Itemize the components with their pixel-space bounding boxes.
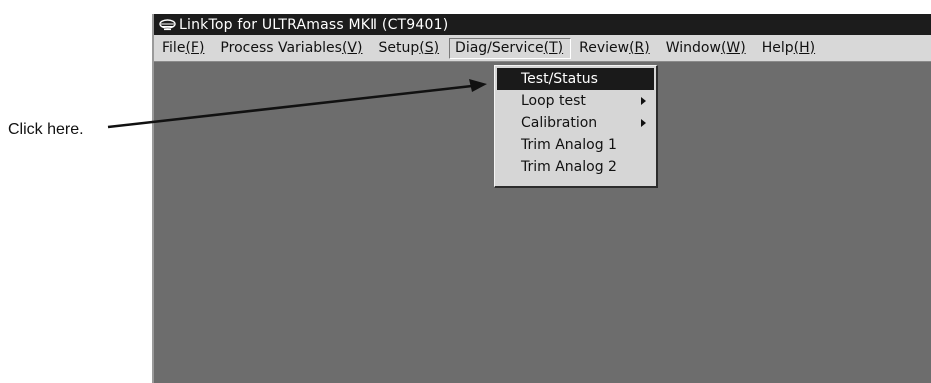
- screenshot-stage: LinkTop for ULTRAmass MKⅡ (CT9401) File(…: [0, 0, 931, 383]
- linktop-app-icon: [159, 18, 176, 30]
- menu-help-mnemonic: (H): [793, 39, 816, 56]
- menu-setup-mnemonic: (S): [419, 39, 440, 56]
- menu-diag-service-label: Diag/Service: [455, 39, 544, 56]
- menu-review[interactable]: Review(R): [573, 38, 658, 59]
- menu-review-mnemonic: (R): [629, 39, 650, 56]
- menu-process-variables[interactable]: Process Variables(V): [214, 38, 370, 59]
- menu-file-mnemonic: (F): [185, 39, 205, 56]
- menu-setup-label: Setup: [378, 39, 420, 56]
- submenu-arrow-icon: [641, 97, 646, 105]
- callout-label: Click here.: [8, 121, 84, 138]
- menu-bar: File(F) Process Variables(V) Setup(S) Di…: [154, 35, 931, 62]
- menu-item-trim-analog-1[interactable]: Trim Analog 1: [497, 134, 654, 156]
- menu-process-variables-mnemonic: (V): [341, 39, 363, 56]
- menu-window-mnemonic: (W): [720, 39, 746, 56]
- menu-help-label: Help: [761, 39, 794, 56]
- menu-diag-service[interactable]: Diag/Service(T): [449, 37, 572, 59]
- menu-file-label: File: [162, 39, 186, 56]
- menu-item-test-status-label: Test/Status: [521, 71, 598, 87]
- menu-item-loop-test[interactable]: Loop test: [497, 90, 654, 112]
- menu-help[interactable]: Help(H): [756, 38, 823, 59]
- menu-item-test-status[interactable]: Test/Status: [497, 68, 654, 90]
- title-bar[interactable]: LinkTop for ULTRAmass MKⅡ (CT9401): [154, 14, 931, 35]
- menu-window-label: Window: [665, 39, 721, 56]
- menu-item-calibration-label: Calibration: [521, 115, 598, 131]
- diag-service-dropdown: Test/Status Loop test Calibration Trim A…: [494, 65, 658, 188]
- menu-item-trim-analog-2[interactable]: Trim Analog 2: [497, 156, 654, 178]
- menu-process-variables-label: Process Variables: [220, 39, 342, 56]
- menu-item-calibration[interactable]: Calibration: [497, 112, 654, 134]
- menu-item-trim-analog-2-label: Trim Analog 2: [521, 159, 617, 175]
- submenu-arrow-icon: [641, 119, 646, 127]
- menu-file[interactable]: File(F): [156, 38, 212, 59]
- window-title: LinkTop for ULTRAmass MKⅡ (CT9401): [179, 16, 449, 33]
- menu-window[interactable]: Window(W): [660, 38, 754, 59]
- menu-item-loop-test-label: Loop test: [521, 93, 586, 109]
- menu-item-trim-analog-1-label: Trim Analog 1: [521, 137, 617, 153]
- menu-diag-service-mnemonic: (T): [543, 39, 564, 56]
- app-window: LinkTop for ULTRAmass MKⅡ (CT9401) File(…: [152, 14, 931, 383]
- menu-setup[interactable]: Setup(S): [372, 38, 447, 59]
- menu-review-label: Review: [579, 39, 630, 56]
